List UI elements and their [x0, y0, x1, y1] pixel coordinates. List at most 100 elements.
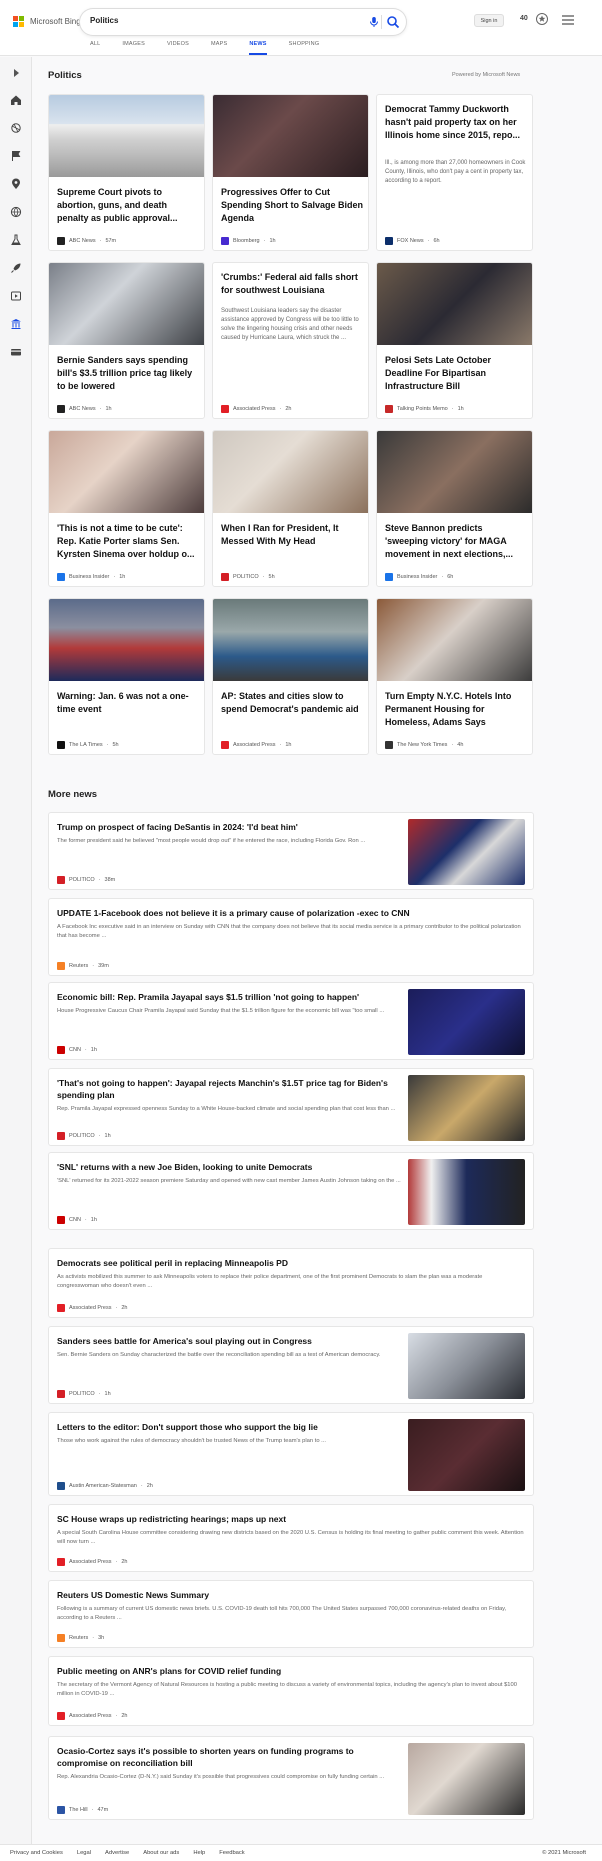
source-name[interactable]: POLITICO — [69, 1391, 95, 1397]
news-list-item[interactable]: Reuters US Domestic News Summary Followin… — [48, 1580, 534, 1648]
source-name[interactable]: POLITICO — [233, 574, 259, 580]
source-name[interactable]: Associated Press — [233, 406, 276, 412]
rewards-points[interactable]: 40 — [520, 15, 528, 22]
source-name[interactable]: Reuters — [69, 963, 88, 969]
politics-icon[interactable] — [10, 318, 22, 330]
rewards-icon[interactable] — [535, 12, 549, 26]
news-card-image[interactable] — [213, 431, 368, 513]
hamburger-menu-icon[interactable] — [562, 15, 574, 25]
sports-icon[interactable] — [10, 122, 22, 134]
news-card-title[interactable]: Supreme Court pivots to abortion, guns, … — [57, 186, 199, 225]
news-card-title[interactable]: Bernie Sanders says spending bill's $3.5… — [57, 354, 199, 393]
tab-maps[interactable]: MAPS — [211, 41, 227, 55]
news-list-item[interactable]: Sanders sees battle for America's soul p… — [48, 1326, 534, 1404]
science-icon[interactable] — [10, 234, 22, 246]
footer-link-feedback[interactable]: Feedback — [219, 1850, 244, 1856]
source-name[interactable]: The LA Times — [69, 742, 103, 748]
news-list-item[interactable]: UPDATE 1-Facebook does not believe it is… — [48, 898, 534, 976]
source-name[interactable]: Associated Press — [69, 1713, 112, 1719]
news-card[interactable]: Bernie Sanders says spending bill's $3.5… — [48, 262, 205, 419]
news-card-title[interactable]: Warning: Jan. 6 was not a one-time event — [57, 690, 199, 716]
news-card[interactable]: When I Ran for President, It Messed With… — [212, 430, 369, 587]
globe-icon[interactable] — [10, 206, 22, 218]
news-item-image[interactable] — [408, 1075, 525, 1141]
news-item-image[interactable] — [408, 819, 525, 885]
news-card-title[interactable]: 'This is not a time to be cute': Rep. Ka… — [57, 522, 199, 561]
news-item-title[interactable]: SC House wraps up redistricting hearings… — [57, 1513, 525, 1525]
source-name[interactable]: Austin American-Statesman — [69, 1483, 137, 1489]
news-card-title[interactable]: Turn Empty N.Y.C. Hotels Into Permanent … — [385, 690, 527, 729]
tab-news[interactable]: NEWS — [249, 41, 267, 55]
source-name[interactable]: Business Insider — [397, 574, 437, 580]
entertainment-icon[interactable] — [10, 290, 22, 302]
news-item-image[interactable] — [408, 989, 525, 1055]
news-card[interactable]: 'This is not a time to be cute': Rep. Ka… — [48, 430, 205, 587]
news-card[interactable]: Progressives Offer to Cut Spending Short… — [212, 94, 369, 251]
news-card[interactable]: AP: States and cities slow to spend Demo… — [212, 598, 369, 755]
news-card-image[interactable] — [377, 599, 532, 681]
footer-link-help[interactable]: Help — [193, 1850, 205, 1856]
news-item-title[interactable]: Public meeting on ANR's plans for COVID … — [57, 1665, 525, 1677]
news-card-image[interactable] — [49, 599, 204, 681]
source-name[interactable]: POLITICO — [69, 1133, 95, 1139]
news-item-title[interactable]: Economic bill: Rep. Pramila Jayapal says… — [57, 991, 402, 1003]
news-card-image[interactable] — [377, 431, 532, 513]
news-card[interactable]: 'Crumbs:' Federal aid falls short for so… — [212, 262, 369, 419]
source-name[interactable]: ABC News — [69, 238, 96, 244]
source-name[interactable]: Associated Press — [69, 1559, 112, 1565]
news-card-title[interactable]: Democrat Tammy Duckworth hasn't paid pro… — [385, 103, 527, 142]
source-name[interactable]: Associated Press — [233, 742, 276, 748]
source-name[interactable]: Associated Press — [69, 1305, 112, 1311]
news-item-title[interactable]: Letters to the editor: Don't support tho… — [57, 1421, 402, 1433]
source-name[interactable]: CNN — [69, 1047, 81, 1053]
news-card-title[interactable]: Steve Bannon predicts 'sweeping victory'… — [385, 522, 527, 561]
location-icon[interactable] — [10, 178, 22, 190]
news-item-image[interactable] — [408, 1743, 525, 1815]
source-name[interactable]: Business Insider — [69, 574, 109, 580]
news-item-title[interactable]: Ocasio-Cortez says it's possible to shor… — [57, 1745, 402, 1769]
news-card-image[interactable] — [49, 95, 204, 177]
news-list-item[interactable]: SC House wraps up redistricting hearings… — [48, 1504, 534, 1572]
news-item-title[interactable]: Reuters US Domestic News Summary — [57, 1589, 525, 1601]
source-name[interactable]: The Hill — [69, 1807, 88, 1813]
footer-link-advertise[interactable]: Advertise — [105, 1850, 129, 1856]
news-item-image[interactable] — [408, 1159, 525, 1225]
source-name[interactable]: Talking Points Memo — [397, 406, 448, 412]
news-card-title[interactable]: When I Ran for President, It Messed With… — [221, 522, 363, 548]
news-item-title[interactable]: Trump on prospect of facing DeSantis in … — [57, 821, 402, 833]
news-list-item[interactable]: Letters to the editor: Don't support tho… — [48, 1412, 534, 1496]
source-name[interactable]: ABC News — [69, 406, 96, 412]
news-list-item[interactable]: Ocasio-Cortez says it's possible to shor… — [48, 1736, 534, 1820]
news-card-image[interactable] — [377, 263, 532, 345]
news-card[interactable]: Warning: Jan. 6 was not a one-time event… — [48, 598, 205, 755]
expand-icon[interactable] — [10, 67, 22, 79]
news-card[interactable]: Democrat Tammy Duckworth hasn't paid pro… — [376, 94, 533, 251]
news-item-image[interactable] — [408, 1419, 525, 1491]
footer-link-legal[interactable]: Legal — [77, 1850, 91, 1856]
home-icon[interactable] — [10, 94, 22, 106]
news-item-title[interactable]: 'SNL' returns with a new Joe Biden, look… — [57, 1161, 402, 1173]
news-list-item[interactable]: Trump on prospect of facing DeSantis in … — [48, 812, 534, 890]
news-list-item[interactable]: Public meeting on ANR's plans for COVID … — [48, 1656, 534, 1726]
tab-shopping[interactable]: SHOPPING — [289, 41, 320, 55]
source-name[interactable]: POLITICO — [69, 877, 95, 883]
news-card-title[interactable]: 'Crumbs:' Federal aid falls short for so… — [221, 271, 363, 297]
news-card[interactable]: Steve Bannon predicts 'sweeping victory'… — [376, 430, 533, 587]
news-list-item[interactable]: 'That's not going to happen': Jayapal re… — [48, 1068, 534, 1146]
news-list-item[interactable]: Economic bill: Rep. Pramila Jayapal says… — [48, 982, 534, 1060]
news-card-image[interactable] — [49, 431, 204, 513]
news-list-item[interactable]: Democrats see political peril in replaci… — [48, 1248, 534, 1318]
news-card[interactable]: Turn Empty N.Y.C. Hotels Into Permanent … — [376, 598, 533, 755]
bing-logo[interactable]: Microsoft Bing — [13, 16, 81, 27]
news-card-image[interactable] — [213, 599, 368, 681]
news-card[interactable]: Supreme Court pivots to abortion, guns, … — [48, 94, 205, 251]
news-card[interactable]: Pelosi Sets Late October Deadline For Bi… — [376, 262, 533, 419]
news-item-title[interactable]: Sanders sees battle for America's soul p… — [57, 1335, 402, 1347]
tab-all[interactable]: ALL — [90, 41, 100, 55]
news-list-item[interactable]: 'SNL' returns with a new Joe Biden, look… — [48, 1152, 534, 1230]
news-card-image[interactable] — [49, 263, 204, 345]
news-item-title[interactable]: 'That's not going to happen': Jayapal re… — [57, 1077, 402, 1101]
search-icon[interactable] — [386, 15, 400, 29]
search-input[interactable] — [90, 16, 340, 25]
news-item-image[interactable] — [408, 1333, 525, 1399]
